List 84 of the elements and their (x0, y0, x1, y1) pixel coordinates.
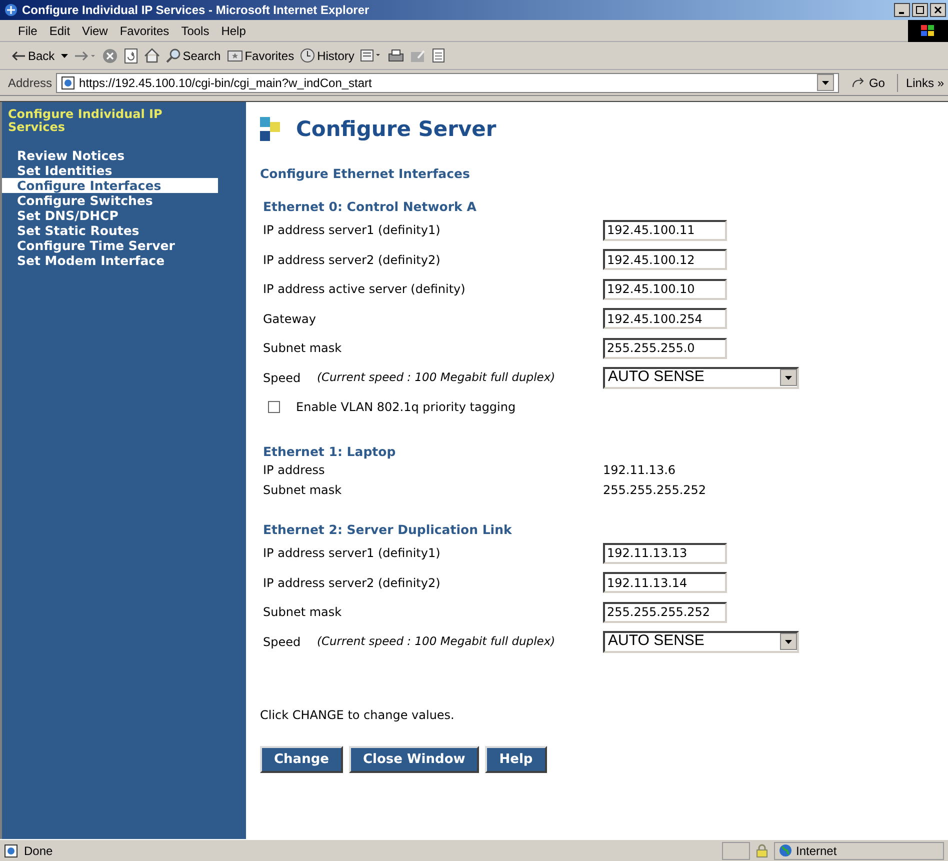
printer-icon[interactable] (388, 48, 404, 62)
menu-item[interactable]: Edit (43, 22, 76, 40)
menu-item[interactable]: Tools (175, 22, 216, 40)
field-label: IP address active server (definity) (263, 281, 466, 298)
history-button[interactable]: History (300, 46, 354, 64)
sidebar-item[interactable]: Configure Time Server (2, 238, 218, 253)
checkbox[interactable] (268, 401, 280, 414)
sidebar-item[interactable]: Configure Interfaces (2, 178, 218, 193)
ip-address-field[interactable]: 255.255.255.252 (603, 602, 727, 622)
field-label: IP address server1 (definity1) (263, 222, 442, 239)
field-label: Speed (263, 634, 302, 650)
status-text: Done (23, 842, 54, 860)
address-label: Address (8, 74, 52, 92)
logo-icon (260, 116, 282, 143)
instruction-text: Click CHANGE to change values. (260, 707, 456, 724)
sidebar-item[interactable]: Review Notices (2, 148, 218, 163)
page-title: Configure Server (296, 116, 496, 143)
stop-icon[interactable] (102, 48, 118, 64)
forward-arrow-icon[interactable] (74, 50, 96, 60)
section-subtitle: Configure Ethernet Interfaces (260, 164, 471, 183)
minimize-icon[interactable] (894, 3, 910, 17)
go-button[interactable]: Go (842, 74, 893, 92)
menu-item[interactable]: Help (215, 22, 252, 40)
search-icon (166, 48, 181, 63)
zone-text: Internet (796, 842, 837, 860)
field-value: 255.255.255.252 (603, 482, 706, 500)
globe-icon (779, 844, 792, 857)
field-label: IP address server2 (definity2) (263, 574, 442, 592)
document-icon[interactable] (432, 48, 446, 63)
field-label: Gateway (263, 310, 318, 328)
links-button[interactable]: Links » (896, 74, 944, 92)
action-button[interactable]: Close Window (348, 746, 480, 774)
checkbox-label: Enable VLAN 802.1q priority tagging (296, 399, 516, 416)
back-button[interactable]: Back (12, 46, 68, 64)
ip-address-field[interactable]: 192.45.100.10 (603, 278, 727, 300)
sidebar-item[interactable]: Set DNS/DHCP (2, 208, 218, 223)
caret-icon[interactable] (60, 54, 68, 58)
address-field[interactable]: https://192.45.100.10/cgi-bin/cgi_main?w_indCon_start (56, 72, 839, 92)
sidebar-item[interactable]: Set Identities (2, 163, 218, 178)
ip-address-field[interactable]: 192.45.100.11 (603, 220, 727, 240)
field-label: Subnet mask (263, 340, 343, 357)
speed-select[interactable]: AUTO SENSE (603, 366, 799, 388)
maximize-icon[interactable] (912, 3, 928, 17)
ip-address-field[interactable]: 192.45.100.254 (603, 308, 727, 329)
page-icon (4, 844, 18, 858)
field-label: Subnet mask (263, 604, 343, 621)
field-value: 192.11.13.6 (603, 462, 676, 480)
section-heading: Ethernet 2: Server Duplication Link (263, 522, 513, 538)
ip-address-field[interactable]: 192.11.13.13 (603, 542, 727, 564)
sidebar-item[interactable]: Configure Switches (2, 193, 218, 208)
field-label: IP address server2 (definity2) (263, 252, 442, 268)
window-title: Configure Individual IP Services - Microsoft Internet Explorer (22, 2, 370, 19)
windows-logo-icon (908, 20, 948, 42)
menu-item[interactable]: Favorites (114, 22, 176, 40)
back-arrow-icon (12, 50, 26, 60)
menu-item[interactable]: View (76, 22, 114, 40)
close-icon[interactable] (930, 3, 946, 17)
field-label: Subnet mask (263, 482, 343, 500)
sidebar-item[interactable]: Set Modem Interface (2, 253, 218, 268)
speed-select[interactable]: AUTO SENSE (603, 630, 799, 652)
home-icon[interactable] (144, 48, 160, 63)
ip-address-field[interactable]: 192.45.100.12 (603, 249, 727, 270)
sidebar-title: Configure Individual IP Services (7, 108, 164, 134)
refresh-icon[interactable] (124, 48, 138, 64)
action-button[interactable]: Change (260, 746, 343, 774)
browser-logo-icon (4, 3, 18, 17)
status-panel (722, 842, 750, 860)
field-label: IP address (263, 462, 326, 480)
current-speed-note: (Current speed : 100 Megabit full duplex) (317, 368, 556, 386)
favorites-button[interactable]: Favorites (226, 46, 294, 64)
go-arrow-icon (850, 76, 865, 88)
menu-item[interactable]: File (12, 22, 44, 40)
current-speed-note: (Current speed : 100 Megabit full duplex) (317, 632, 556, 650)
search-button[interactable]: Search (166, 46, 221, 64)
field-label: IP address server1 (definity1) (263, 545, 442, 562)
ip-address-field[interactable]: 255.255.255.0 (603, 338, 727, 358)
field-label: Speed (263, 370, 302, 386)
sidebar-item[interactable]: Set Static Routes (2, 223, 218, 238)
page-icon (61, 76, 76, 90)
ip-address-field[interactable]: 192.11.13.14 (603, 572, 727, 593)
action-button[interactable]: Help (485, 746, 547, 774)
history-icon (300, 48, 316, 63)
section-heading: Ethernet 1: Laptop (263, 444, 397, 460)
section-heading: Ethernet 0: Control Network A (263, 199, 478, 216)
